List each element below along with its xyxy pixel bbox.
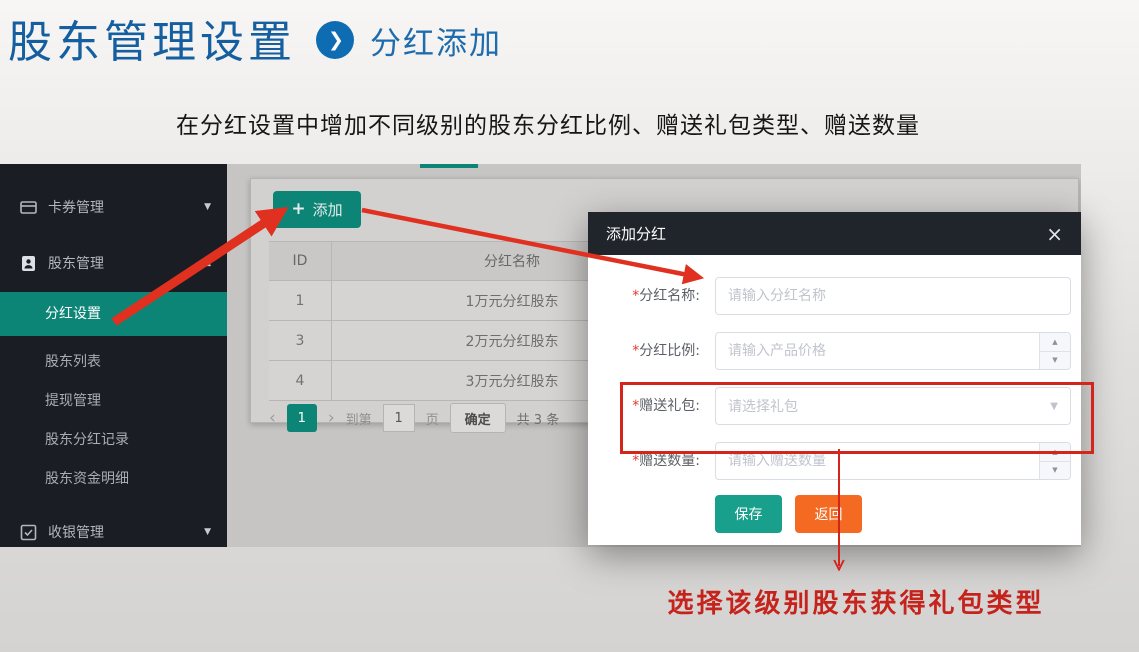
chevron-glyph: ❯: [328, 29, 344, 51]
card-icon: [20, 199, 37, 216]
sidebar-item-cashier-management[interactable]: 收银管理 ▼: [0, 516, 227, 547]
total-count-label: 共 3 条: [517, 409, 560, 428]
form-row-gift: *赠送礼包: 请选择礼包 ▼: [588, 387, 1081, 425]
goto-label: 到第: [346, 409, 372, 428]
sidebar-subitem-fund-details[interactable]: 股东资金明细: [0, 459, 227, 499]
field-label-text: 赠送礼包:: [639, 398, 700, 414]
spinner-down-icon[interactable]: ▼: [1040, 461, 1070, 480]
back-button[interactable]: 返回: [795, 495, 862, 533]
form-row-name: *分红名称:: [588, 277, 1081, 315]
cell-id: 3: [269, 321, 332, 360]
current-page-button[interactable]: 1: [287, 404, 317, 432]
field-label: *分红比例:: [588, 332, 700, 370]
description-text: 在分红设置中增加不同级别的股东分红比例、赠送礼包类型、赠送数量: [176, 106, 920, 140]
column-header-id: ID: [269, 242, 332, 280]
confirm-page-button[interactable]: 确定: [450, 403, 506, 433]
gift-field-wrap: 请选择礼包 ▼: [715, 387, 1071, 425]
page-unit-label: 页: [426, 409, 439, 428]
page-title: 股东管理设置: [8, 6, 296, 70]
next-page-button[interactable]: ›: [328, 410, 335, 427]
cell-id: 4: [269, 361, 332, 400]
add-button-label: 添加: [313, 199, 343, 220]
sidebar-subitem-label: 股东资金明细: [45, 471, 129, 487]
save-button[interactable]: 保存: [715, 495, 782, 533]
checkbox-icon: [20, 524, 37, 541]
pagination: ‹ 1 › 到第 1 页 确定 共 3 条: [269, 403, 559, 433]
sidebar-item-label: 股东管理: [48, 253, 104, 273]
sidebar-item-label: 卡券管理: [48, 197, 104, 217]
sidebar-subitem-dividend-records[interactable]: 股东分红记录: [0, 420, 227, 460]
modal-title: 添加分红: [606, 223, 666, 244]
goto-page-input[interactable]: 1: [383, 404, 415, 432]
field-label-text: 分红名称:: [639, 288, 700, 304]
dividend-name-input[interactable]: [715, 277, 1071, 315]
sidebar-item-card-management[interactable]: 卡券管理 ▼: [0, 191, 227, 223]
sidebar-subitem-dividend-settings[interactable]: 分红设置: [0, 292, 227, 336]
sidebar-subitem-label: 提现管理: [45, 393, 101, 409]
spinner-down-icon[interactable]: ▼: [1040, 351, 1070, 370]
page-subtitle: 分红添加: [370, 18, 502, 63]
spinner-up-icon[interactable]: ▲: [1040, 333, 1070, 351]
field-label-text: 赠送数量:: [639, 453, 700, 469]
sidebar-item-shareholder-management[interactable]: 股东管理 ▲: [0, 247, 227, 279]
caret-down-icon: ▼: [204, 202, 211, 212]
field-label-text: 分红比例:: [639, 343, 700, 359]
field-label: *赠送礼包:: [588, 387, 700, 425]
spinner-up-icon[interactable]: ▲: [1040, 443, 1070, 461]
add-button[interactable]: + 添加: [273, 191, 361, 228]
gift-quantity-input[interactable]: [715, 442, 1071, 480]
sidebar-subitem-label: 股东列表: [45, 354, 101, 370]
select-caret-icon: ▼: [1050, 401, 1058, 412]
caret-up-icon: ▲: [204, 258, 211, 268]
sidebar-subitem-withdrawal-management[interactable]: 提现管理: [0, 381, 227, 421]
select-placeholder: 请选择礼包: [728, 396, 798, 416]
gift-package-select[interactable]: 请选择礼包 ▼: [715, 387, 1071, 425]
ratio-field-wrap: ▲ ▼: [715, 332, 1071, 370]
close-icon[interactable]: ×: [1046, 224, 1063, 244]
form-row-ratio: *分红比例: ▲ ▼: [588, 332, 1081, 370]
prev-page-button[interactable]: ‹: [269, 410, 276, 427]
dividend-ratio-input[interactable]: [715, 332, 1071, 370]
chevron-right-circle-icon: ❯: [316, 21, 354, 59]
number-spinner: ▲ ▼: [1039, 443, 1070, 479]
sidebar-item-label: 收银管理: [48, 522, 104, 542]
caret-down-icon: ▼: [204, 527, 211, 537]
plus-icon: +: [291, 201, 305, 218]
quantity-field-wrap: ▲ ▼: [715, 442, 1071, 480]
number-spinner: ▲ ▼: [1039, 333, 1070, 369]
add-dividend-modal: 添加分红 × *分红名称: *分红比例: ▲ ▼ *赠送礼包: 请选择礼包 ▼ …: [588, 212, 1081, 545]
modal-header: 添加分红 ×: [588, 212, 1081, 255]
field-label: *赠送数量:: [588, 442, 700, 480]
active-tab-indicator-fragment: [420, 164, 478, 168]
form-row-quantity: *赠送数量: ▲ ▼: [588, 442, 1081, 480]
sidebar: 卡券管理 ▼ 股东管理 ▲ 分红设置 股东列表 提现管理 股东分红记录 股东资金…: [0, 164, 227, 547]
sidebar-subitem-label: 股东分红记录: [45, 432, 129, 448]
contacts-icon: [20, 255, 37, 272]
name-field-wrap: [715, 277, 1071, 315]
page-header: 股东管理设置 ❯ 分红添加: [8, 6, 502, 70]
modal-footer-buttons: 保存 返回: [715, 495, 862, 533]
annotation-note: 选择该级别股东获得礼包类型: [628, 583, 1084, 620]
sidebar-subitem-label: 分红设置: [45, 306, 101, 322]
field-label: *分红名称:: [588, 277, 700, 315]
cell-id: 1: [269, 281, 332, 320]
sidebar-subitem-shareholder-list[interactable]: 股东列表: [0, 342, 227, 382]
